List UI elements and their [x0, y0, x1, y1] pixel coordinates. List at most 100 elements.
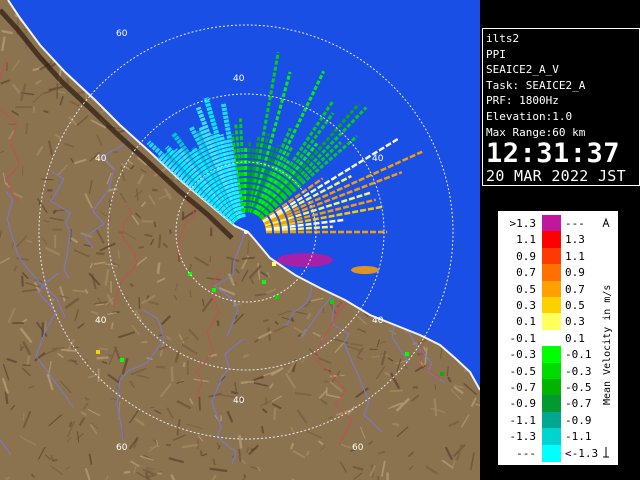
legend-upper-bound: 0.1: [565, 331, 585, 345]
terrain-stroke: [165, 443, 172, 447]
terrain-stroke: [51, 458, 58, 462]
terrain-stroke: [182, 362, 186, 368]
legend-upper-bound: <-1.3: [565, 446, 599, 460]
terrain-stroke: [243, 474, 247, 479]
legend-lower-bound: -0.1: [509, 331, 537, 345]
radar-ppi-map[interactable]: 60 40 40 40 40 40 40 60 60: [0, 0, 480, 480]
terrain-stroke: [96, 252, 105, 256]
ring-label-40-lowright: 40: [372, 316, 384, 326]
ring-label-60-top: 60: [116, 29, 128, 39]
legend-lower-bound: -1.3: [509, 430, 537, 444]
legend-lower-bound: 0.5: [516, 282, 536, 296]
legend-swatch: [542, 247, 561, 265]
legend-lower-bound: >1.3: [509, 217, 537, 230]
legend-upper-bound: -0.5: [565, 381, 592, 394]
legend-lower-bound: -0.3: [509, 348, 537, 362]
terrain-stroke: [77, 90, 86, 95]
legend-lower-bound: -0.5: [509, 364, 537, 378]
ring-label-60-bottom: 60: [116, 443, 128, 453]
legend-lower-bound: -0.7: [509, 381, 537, 394]
terrain-stroke: [96, 356, 109, 360]
legend-swatch: [542, 411, 561, 429]
terrain-stroke: [389, 389, 404, 392]
terrain-stroke: [169, 229, 172, 234]
legend-upper-bound: -0.9: [565, 413, 592, 427]
terrain-stroke: [273, 407, 277, 421]
scan-mode: PPI: [486, 47, 506, 61]
terrain-stroke: [261, 425, 264, 434]
land-echo-pixel: [96, 350, 100, 354]
legend-upper-bound: 1.3: [565, 233, 585, 247]
terrain-stroke: [155, 365, 166, 369]
terrain-stroke: [158, 234, 162, 249]
terrain-stroke: [198, 396, 201, 411]
legend-row: 1.1 1.3: [502, 231, 598, 249]
legend-upper-bound: -1.1: [565, 430, 592, 444]
ring-label-40-bottom: 40: [233, 396, 245, 406]
info-panel: ilts2 PPI SEAICE2_A_V Task: SEAICE2_A PR…: [482, 28, 640, 186]
observation-date: 20 MAR 2022 JST: [486, 167, 626, 186]
legend-row: -0.7 -0.5: [502, 379, 598, 397]
terrain-stroke: [170, 366, 174, 382]
legend-title-vertical: Mean Velocity in m/s: [602, 217, 613, 458]
legend-upper-bound: 0.7: [565, 282, 585, 296]
terrain-stroke: [189, 290, 192, 297]
legend-arrow-top-icon: [602, 217, 610, 228]
legend-upper-bound: ---: [565, 217, 585, 230]
legend-swatch: [542, 395, 561, 413]
land-echo-pixel: [405, 352, 409, 356]
ring-label-40-right: 40: [372, 154, 384, 164]
legend-swatch: [542, 329, 561, 347]
legend-row: 0.1 0.3: [502, 313, 598, 331]
legend-lower-bound: 0.9: [516, 249, 536, 263]
legend-row: -0.5 -0.3: [502, 362, 598, 380]
legend-upper-bound: 0.3: [565, 315, 585, 329]
legend-swatch: [542, 428, 561, 446]
legend-row: 0.9 1.1: [502, 247, 598, 265]
ring-label-40-top: 40: [233, 74, 245, 84]
legend-row: -0.3 -0.1: [502, 346, 598, 364]
land-echo-pixel: [262, 280, 266, 284]
terrain-stroke: [392, 422, 400, 427]
terrain-stroke: [110, 398, 117, 400]
legend-row: -0.9 -0.7: [502, 395, 598, 413]
legend-swatch: [542, 231, 561, 249]
legend-lower-bound: 0.1: [516, 315, 536, 329]
legend-swatch: [542, 297, 561, 315]
observation-time: 12:31:37: [486, 138, 621, 170]
legend-upper-bound: -0.3: [565, 364, 592, 378]
terrain-stroke: [70, 228, 73, 243]
terrain-stroke: [138, 246, 145, 249]
terrain-stroke: [181, 211, 185, 221]
legend-lower-bound: 0.3: [516, 299, 536, 312]
legend-swatch: [542, 280, 561, 298]
terrain-stroke: [41, 178, 54, 181]
legend-row: --- <-1.3: [502, 444, 599, 462]
radar-site-marker: [244, 230, 248, 234]
legend-row: >1.3 ---: [502, 215, 598, 233]
legend-swatch: [542, 215, 561, 233]
elevation-value: Elevation:1.0: [486, 109, 573, 123]
echo-cluster-magenta: [277, 253, 333, 267]
terrain-stroke: [8, 123, 16, 126]
terrain-stroke: [111, 150, 118, 154]
legend-lower-bound: 0.7: [516, 266, 536, 280]
prf-value: PRF: 1800Hz: [486, 94, 559, 108]
terrain-stroke: [65, 78, 70, 85]
terrain-stroke: [108, 213, 111, 221]
legend-row: -1.3 -1.1: [502, 428, 598, 446]
station-name: ilts2: [486, 32, 520, 45]
legend-lower-bound: -1.1: [509, 413, 537, 427]
land-echo-pixel: [272, 262, 276, 266]
terrain-stroke: [22, 412, 25, 421]
ring-label-40-lowleft: 40: [95, 316, 107, 326]
terrain-stroke: [434, 384, 437, 390]
legend-row: -0.1 0.1: [502, 329, 598, 347]
land-echo-pixel: [440, 372, 444, 376]
legend-swatch: [542, 346, 561, 364]
terrain-stroke: [241, 256, 255, 260]
terrain-stroke: [231, 390, 239, 395]
terrain-stroke: [108, 187, 118, 192]
ring-label-40-left: 40: [95, 154, 107, 164]
legend-swatch: [542, 264, 561, 282]
